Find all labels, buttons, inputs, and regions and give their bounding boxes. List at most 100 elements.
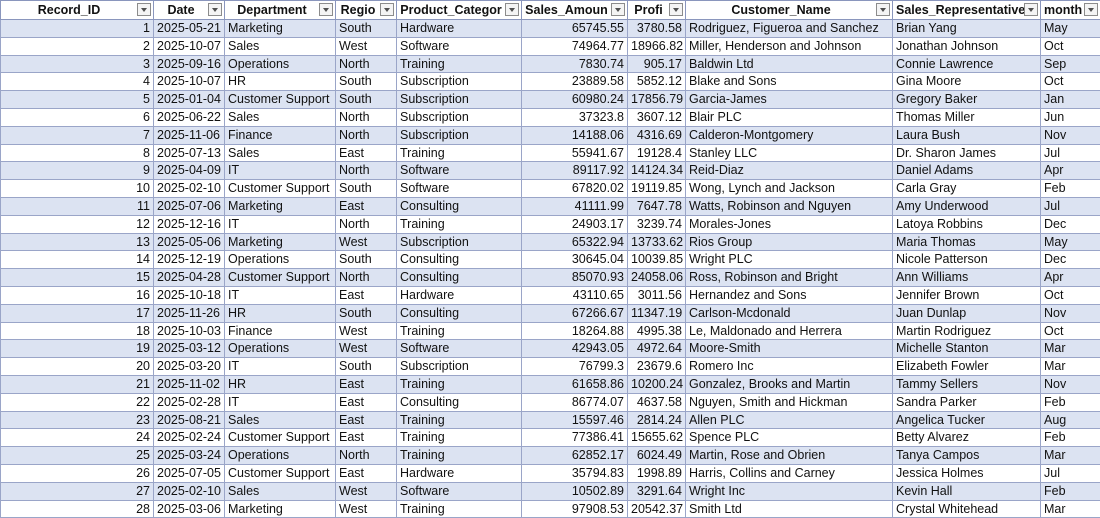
cell-sales-representative[interactable]: Elizabeth Fowler [892, 357, 1041, 376]
cell-sales-representative[interactable]: Gina Moore [892, 72, 1041, 92]
cell-date[interactable]: 2025-12-19 [153, 250, 225, 270]
cell-customer-name[interactable]: Harris, Collins and Carney [685, 463, 893, 483]
cell-month[interactable]: Feb [1040, 392, 1100, 412]
cell-customer-name[interactable]: Watts, Robinson and Nguyen [685, 196, 893, 216]
cell-profit[interactable]: 3780.58 [627, 19, 686, 38]
cell-record-id[interactable]: 10 [0, 179, 154, 198]
cell-sales-amount[interactable]: 67820.02 [521, 179, 628, 198]
cell-sales-representative[interactable]: Laura Bush [892, 125, 1041, 145]
cell-sales-representative[interactable]: Latoya Robbins [892, 214, 1041, 234]
cell-record-id[interactable]: 16 [0, 285, 154, 305]
cell-department[interactable]: IT [224, 285, 336, 305]
column-header-customer-name[interactable]: Customer_Name [685, 0, 893, 20]
cell-region[interactable]: West [335, 232, 397, 252]
cell-date[interactable]: 2025-03-12 [153, 339, 225, 359]
filter-dropdown-button[interactable] [380, 3, 394, 16]
cell-month[interactable]: Jul [1040, 463, 1100, 483]
column-header-month[interactable]: month [1040, 0, 1100, 20]
filter-dropdown-button[interactable] [505, 3, 519, 16]
cell-region[interactable]: North [335, 125, 397, 145]
cell-region[interactable]: West [335, 499, 397, 518]
cell-product-category[interactable]: Subscription [396, 125, 522, 145]
cell-product-category[interactable]: Consulting [396, 303, 522, 323]
cell-profit[interactable]: 14124.34 [627, 161, 686, 181]
cell-record-id[interactable]: 15 [0, 268, 154, 287]
filter-dropdown-button[interactable] [1024, 3, 1038, 16]
cell-sales-representative[interactable]: Michelle Stanton [892, 339, 1041, 359]
cell-sales-representative[interactable]: Juan Dunlap [892, 303, 1041, 323]
cell-sales-amount[interactable]: 23889.58 [521, 72, 628, 92]
cell-record-id[interactable]: 24 [0, 428, 154, 448]
cell-month[interactable]: Apr [1040, 161, 1100, 181]
cell-sales-representative[interactable]: Tanya Campos [892, 446, 1041, 465]
cell-profit[interactable]: 7647.78 [627, 196, 686, 216]
cell-record-id[interactable]: 22 [0, 392, 154, 412]
column-header-region[interactable]: Regio [335, 0, 397, 20]
cell-region[interactable]: West [335, 36, 397, 56]
cell-month[interactable]: Oct [1040, 72, 1100, 92]
cell-customer-name[interactable]: Moore-Smith [685, 339, 893, 359]
cell-customer-name[interactable]: Stanley LLC [685, 143, 893, 163]
cell-department[interactable]: HR [224, 72, 336, 92]
cell-date[interactable]: 2025-12-16 [153, 214, 225, 234]
cell-record-id[interactable]: 6 [0, 107, 154, 127]
cell-customer-name[interactable]: Romero Inc [685, 357, 893, 376]
cell-record-id[interactable]: 28 [0, 499, 154, 518]
cell-month[interactable]: May [1040, 19, 1100, 38]
cell-region[interactable]: East [335, 285, 397, 305]
cell-department[interactable]: Marketing [224, 232, 336, 252]
cell-record-id[interactable]: 3 [0, 54, 154, 74]
cell-sales-amount[interactable]: 35794.83 [521, 463, 628, 483]
cell-sales-amount[interactable]: 62852.17 [521, 446, 628, 465]
cell-sales-amount[interactable]: 41111.99 [521, 196, 628, 216]
cell-department[interactable]: Sales [224, 143, 336, 163]
cell-customer-name[interactable]: Wright Inc [685, 481, 893, 501]
cell-record-id[interactable]: 9 [0, 161, 154, 181]
cell-record-id[interactable]: 21 [0, 374, 154, 394]
cell-month[interactable]: Nov [1040, 374, 1100, 394]
cell-sales-representative[interactable]: Connie Lawrence [892, 54, 1041, 74]
cell-profit[interactable]: 3239.74 [627, 214, 686, 234]
cell-region[interactable]: South [335, 357, 397, 376]
cell-customer-name[interactable]: Hernandez and Sons [685, 285, 893, 305]
cell-sales-amount[interactable]: 65322.94 [521, 232, 628, 252]
cell-region[interactable]: East [335, 374, 397, 394]
cell-product-category[interactable]: Training [396, 410, 522, 430]
cell-sales-representative[interactable]: Thomas Miller [892, 107, 1041, 127]
cell-region[interactable]: South [335, 250, 397, 270]
cell-month[interactable]: Feb [1040, 428, 1100, 448]
column-header-record-id[interactable]: Record_ID [0, 0, 154, 20]
cell-customer-name[interactable]: Smith Ltd [685, 499, 893, 518]
cell-department[interactable]: Marketing [224, 499, 336, 518]
cell-region[interactable]: West [335, 321, 397, 341]
cell-department[interactable]: HR [224, 303, 336, 323]
cell-customer-name[interactable]: Rodriguez, Figueroa and Sanchez [685, 19, 893, 38]
cell-customer-name[interactable]: Wong, Lynch and Jackson [685, 179, 893, 198]
cell-month[interactable]: Oct [1040, 321, 1100, 341]
cell-customer-name[interactable]: Martin, Rose and Obrien [685, 446, 893, 465]
cell-month[interactable]: Aug [1040, 410, 1100, 430]
cell-sales-amount[interactable]: 7830.74 [521, 54, 628, 74]
cell-date[interactable]: 2025-10-03 [153, 321, 225, 341]
cell-region[interactable]: East [335, 410, 397, 430]
cell-sales-amount[interactable]: 24903.17 [521, 214, 628, 234]
filter-dropdown-button[interactable] [137, 3, 151, 16]
cell-region[interactable]: East [335, 428, 397, 448]
cell-record-id[interactable]: 25 [0, 446, 154, 465]
cell-profit[interactable]: 4972.64 [627, 339, 686, 359]
cell-month[interactable]: Jul [1040, 143, 1100, 163]
cell-date[interactable]: 2025-07-06 [153, 196, 225, 216]
cell-product-category[interactable]: Subscription [396, 232, 522, 252]
cell-customer-name[interactable]: Baldwin Ltd [685, 54, 893, 74]
cell-sales-amount[interactable]: 86774.07 [521, 392, 628, 412]
cell-department[interactable]: Finance [224, 321, 336, 341]
cell-sales-amount[interactable]: 30645.04 [521, 250, 628, 270]
cell-profit[interactable]: 24058.06 [627, 268, 686, 287]
cell-date[interactable]: 2025-10-07 [153, 72, 225, 92]
cell-date[interactable]: 2025-11-26 [153, 303, 225, 323]
cell-sales-amount[interactable]: 55941.67 [521, 143, 628, 163]
cell-record-id[interactable]: 1 [0, 19, 154, 38]
cell-customer-name[interactable]: Carlson-Mcdonald [685, 303, 893, 323]
cell-customer-name[interactable]: Calderon-Montgomery [685, 125, 893, 145]
cell-profit[interactable]: 17856.79 [627, 90, 686, 109]
